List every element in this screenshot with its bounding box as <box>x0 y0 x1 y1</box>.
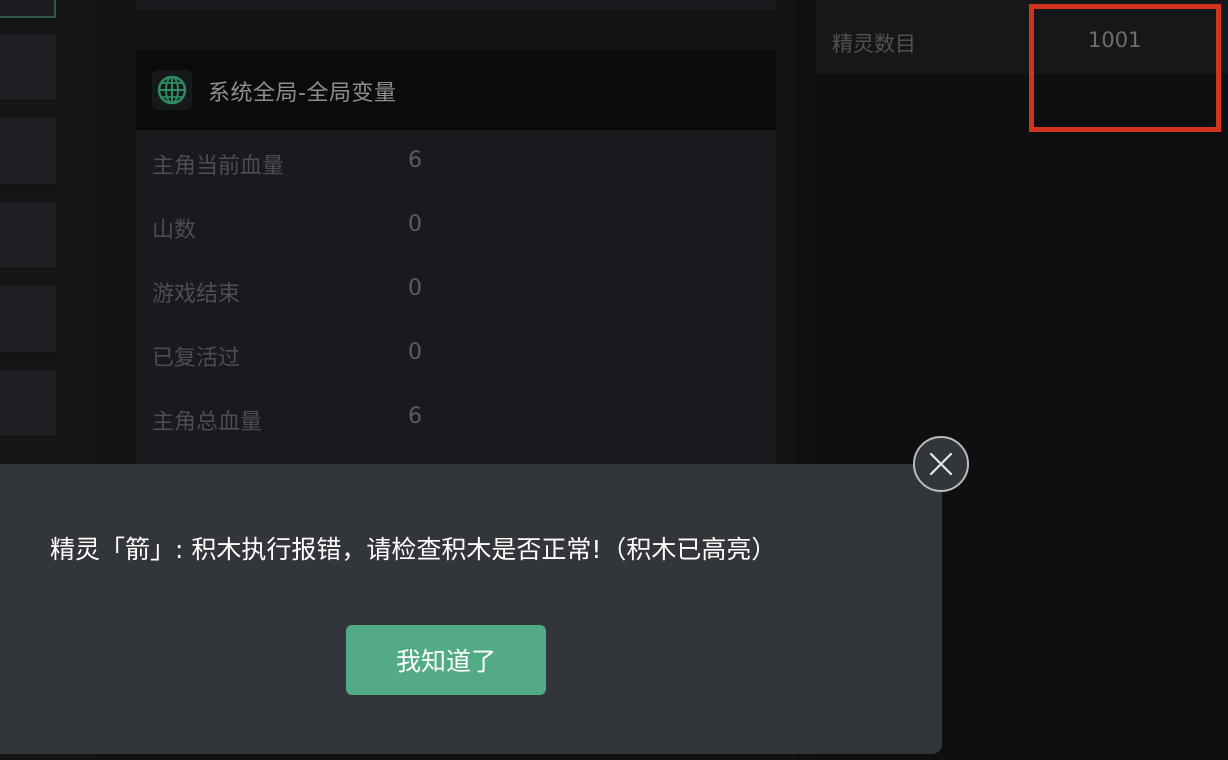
sidebar-selected-tile[interactable] <box>0 0 56 18</box>
variable-value: 6 <box>408 148 422 173</box>
variable-name: 游戏结束 <box>152 282 241 307</box>
error-dialog: 精灵「箭」: 积木执行报错，请检查积木是否正常!（积木已高亮） 我知道了 <box>0 464 942 754</box>
variable-row[interactable]: 游戏结束 0 <box>136 258 776 322</box>
error-message: 精灵「箭」: 积木执行报错，请检查积木是否正常!（积木已高亮） <box>50 535 777 564</box>
app-stage: 系统全局-全局变量 主角当前血量 6 山数 0 游戏结束 0 已复活过 0 主角… <box>0 0 1228 760</box>
variable-value: 6 <box>408 404 422 429</box>
sidebar-tile[interactable] <box>0 34 56 101</box>
variable-value: 0 <box>408 212 422 237</box>
variable-row[interactable]: 已复活过 0 <box>136 322 776 386</box>
sidebar-tile[interactable] <box>0 370 56 437</box>
close-button[interactable] <box>913 436 969 492</box>
variables-panel-header: 系统全局-全局变量 <box>136 50 776 130</box>
globe-icon <box>152 70 192 110</box>
variable-value: 0 <box>408 276 422 301</box>
variable-name: 主角当前血量 <box>152 154 285 179</box>
highlight-annotation-box <box>1029 4 1221 132</box>
variable-row[interactable]: 主角当前血量 6 <box>136 130 776 194</box>
confirm-button[interactable]: 我知道了 <box>346 625 546 695</box>
sidebar-tile[interactable] <box>0 118 56 185</box>
global-variables-panel: 系统全局-全局变量 主角当前血量 6 山数 0 游戏结束 0 已复活过 0 主角… <box>136 50 776 480</box>
variable-row[interactable]: 主角总血量 6 <box>136 386 776 450</box>
variable-name: 已复活过 <box>152 346 241 371</box>
variable-name: 山数 <box>152 218 197 243</box>
variable-name: 主角总血量 <box>152 410 263 435</box>
variables-panel-title: 系统全局-全局变量 <box>208 81 397 106</box>
sidebar-tile[interactable] <box>0 202 56 269</box>
variable-row[interactable]: 山数 0 <box>136 194 776 258</box>
sprite-count-label: 精灵数目 <box>832 32 916 56</box>
top-band <box>136 0 776 10</box>
close-icon <box>928 451 954 477</box>
variable-value: 0 <box>408 340 422 365</box>
sidebar-tile[interactable] <box>0 286 56 353</box>
